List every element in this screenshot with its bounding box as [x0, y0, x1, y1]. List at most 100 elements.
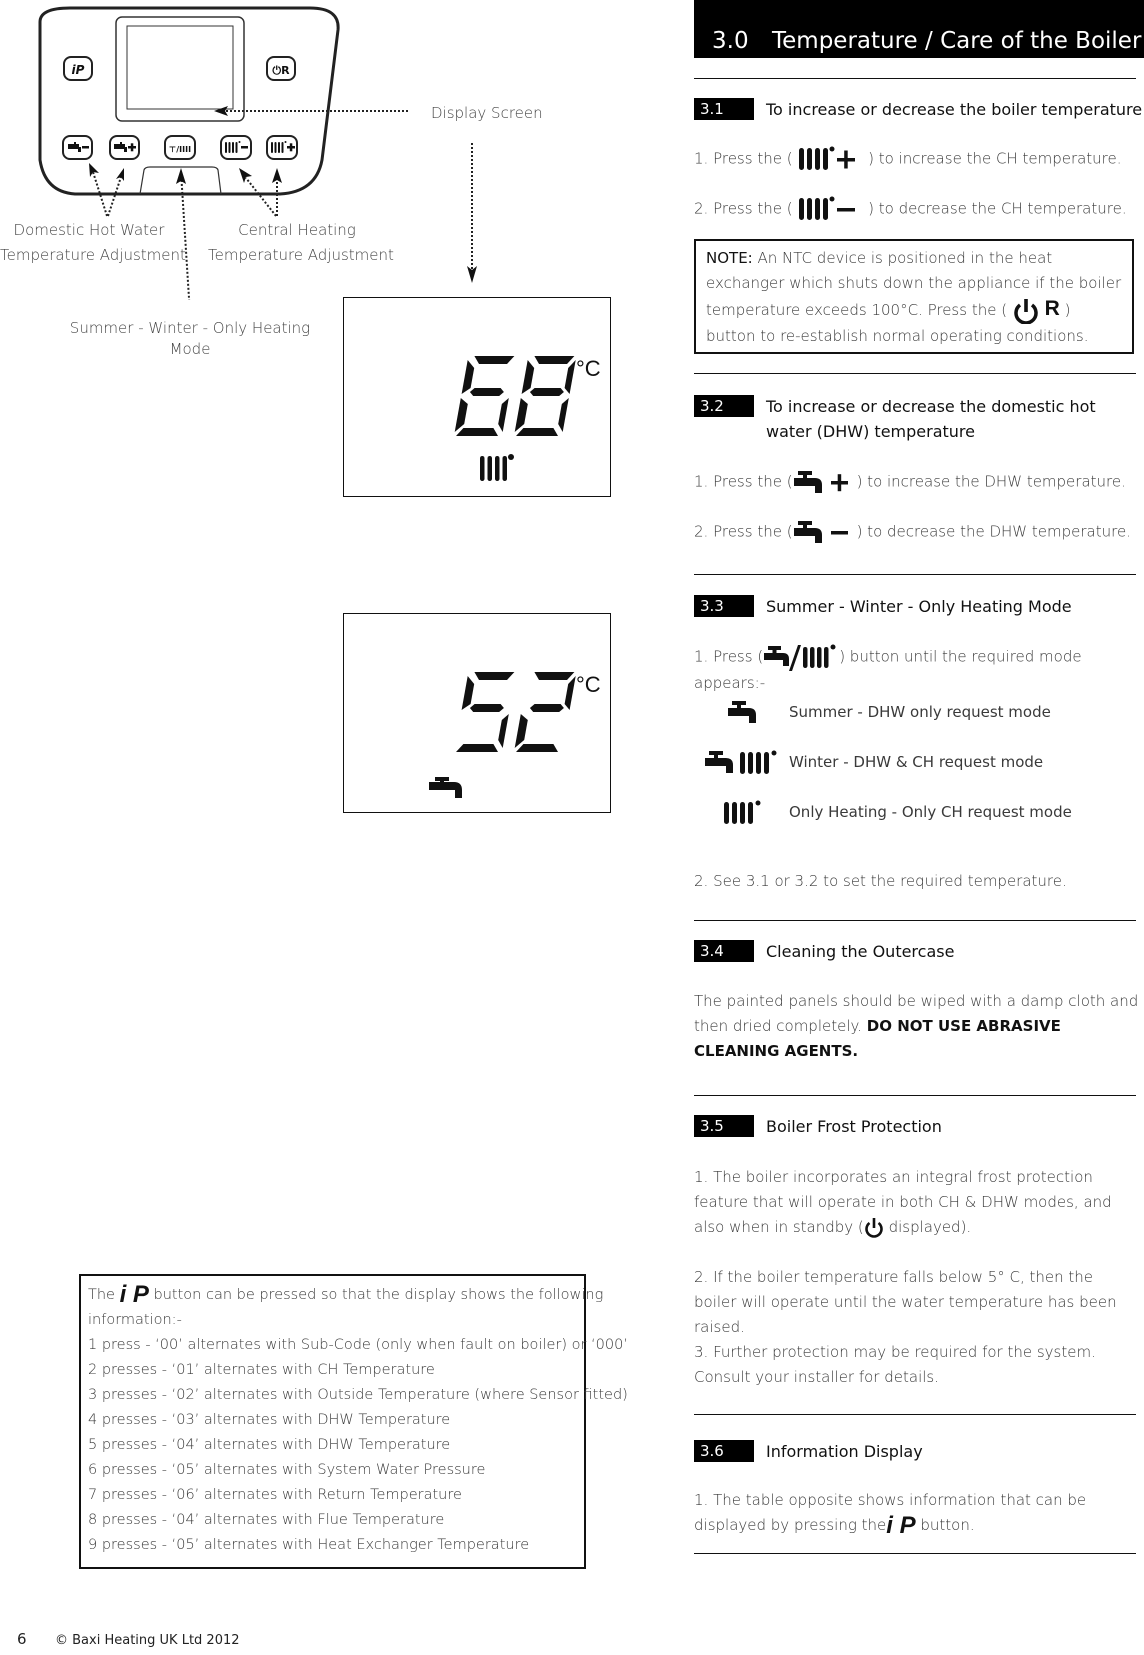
divider [694, 1414, 1136, 1415]
ntc-note: NOTE: An NTC device is positioned in the… [694, 239, 1134, 354]
ch-label-line2: Temperature Adjustment [208, 246, 394, 264]
lcd-segment [558, 398, 569, 432]
s35-p3: 3. Further protection may be required fo… [694, 1343, 1096, 1386]
info-list-item: 8 presses - ‘04’ alternates with Flue Te… [88, 1512, 445, 1528]
s34-text: The painted panels should be wiped with … [694, 992, 1139, 1060]
info-list-item: 2 presses - ‘01’ alternates with CH Temp… [88, 1362, 435, 1378]
panel-screen [126, 25, 234, 110]
lcd-digits [454, 356, 576, 436]
dhw-label-line2: Temperature Adjustment [0, 246, 186, 264]
reset-button[interactable]: ⏻R [266, 56, 296, 81]
lcd-segment [521, 360, 535, 394]
mode-summer: Summer - DHW only request mode [694, 697, 1140, 727]
info-button[interactable]: iP [63, 56, 93, 81]
s33-step1: 1. Press ( ) button until the required m… [694, 643, 1140, 696]
lcd-unit: °C [576, 672, 601, 697]
lcd-segment [456, 744, 498, 752]
lcd-segment [564, 676, 576, 710]
tap-icon [727, 701, 756, 723]
copyright: © Baxi Heating UK Ltd 2012 [55, 1633, 240, 1648]
lcd-unit: °C [576, 356, 601, 381]
display-screen-label: Display Screen [431, 104, 543, 122]
tap-radiator-mode-icon [764, 644, 836, 671]
section-badge: 3.3 [694, 595, 754, 617]
s32-step1: 1. Press the ( ) to increase the DHW tem… [694, 469, 1140, 495]
info-display-table: The i P button can be pressed so that th… [79, 1274, 628, 1569]
lcd-segment [456, 428, 498, 436]
section-title: Summer - Winter - Only Heating Mode [766, 597, 1072, 616]
lcd-segment [454, 398, 468, 432]
divider [694, 1553, 1136, 1554]
s36-p1: 1. The table opposite shows information … [694, 1491, 1087, 1539]
s31-step2: 2. Press the ( ) to decrease the CH temp… [694, 196, 1140, 222]
section-3-5-heading: 3.5 Boiler Frost Protection [694, 1115, 942, 1139]
lcd-segment [474, 672, 515, 680]
ip-button-icon: i P [119, 1281, 149, 1308]
lcd-segment [529, 388, 564, 396]
lcd-segment [474, 356, 515, 364]
section-3-6-heading: 3.6 Information Display [694, 1440, 923, 1464]
page-number: 6 [17, 1630, 27, 1648]
mode-label-line2: Mode [169, 340, 211, 358]
note-label: NOTE: [706, 249, 753, 267]
lcd-segment [469, 704, 504, 712]
reset-r-icon: R [1044, 297, 1060, 320]
lcd-segment [461, 360, 475, 394]
lcd-digits [456, 672, 576, 752]
lcd-display-dhw: °C [343, 613, 611, 813]
section-title: Information Display [766, 1442, 923, 1461]
dhw-plus-button[interactable] [109, 135, 140, 160]
power-icon [864, 1217, 883, 1238]
section-3-1-heading: 3.1 To increase or decrease the boiler t… [694, 98, 1142, 122]
info-list-item: 1 press - ‘00’ alternates with Sub-Code … [88, 1337, 628, 1353]
section-3-2-heading: 3.2 To increase or decrease the domestic… [694, 395, 1136, 444]
lcd-digit-8 [514, 356, 576, 436]
section-3-4-heading: 3.4 Cleaning the Outercase [694, 940, 954, 964]
mode-label-line1: Summer - Winter - Only Heating [69, 319, 311, 337]
lcd-segment [529, 704, 564, 712]
section-title: To increase or decrease the boiler tempe… [766, 100, 1143, 119]
mode-button[interactable]: ⊤/IIII [164, 135, 196, 160]
info-intro: The i P button can be pressed so that th… [88, 1281, 604, 1308]
info-list-item: 4 presses - ‘03’ alternates with DHW Tem… [88, 1412, 451, 1428]
section-badge: 3.2 [694, 395, 754, 417]
lcd-segment [514, 398, 528, 432]
tap-minus-icon [793, 521, 848, 543]
ch-plus-button[interactable] [266, 135, 298, 160]
radiator-icon [723, 800, 760, 824]
lcd-digit-2 [514, 672, 576, 752]
lcd-segment [534, 672, 575, 680]
lcd-segment [498, 398, 509, 432]
ch-minus-button[interactable] [220, 135, 252, 160]
ip-button-icon: i P [886, 1512, 916, 1539]
mode-only-heating: Only Heating - Only CH request mode [694, 797, 1140, 827]
lcd-segment [514, 714, 528, 748]
lcd-segment [564, 360, 576, 394]
svg-text:⊤/IIII: ⊤/IIII [169, 145, 191, 154]
section-badge: 3.5 [694, 1115, 754, 1137]
lcd-segment [534, 356, 575, 364]
lcd-segment [461, 676, 475, 710]
lcd-segment [516, 744, 558, 752]
tap-icon [429, 777, 462, 798]
s35-p1: 1. The boiler incorporates an integral f… [694, 1165, 1140, 1240]
section-title: Cleaning the Outercase [766, 942, 955, 961]
s35-p2: 2. If the boiler temperature falls below… [694, 1268, 1117, 1336]
radiator-icon [480, 454, 514, 481]
mode-winter: Winter - DHW & CH request mode [694, 747, 1140, 777]
section-title: Boiler Frost Protection [766, 1117, 942, 1136]
section-badge: 3.1 [694, 98, 754, 120]
dhw-minus-button[interactable] [62, 135, 93, 160]
section-badge: 3.4 [694, 940, 754, 962]
info-list-item: 6 presses - ‘05’ alternates with System … [88, 1462, 486, 1478]
tap-radiator-icon [704, 750, 776, 774]
radiator-minus-icon [799, 196, 856, 220]
lcd-segment [469, 388, 504, 396]
lcd-segment [498, 714, 509, 748]
svg-text:iP: iP [72, 63, 85, 77]
power-icon [1014, 298, 1038, 324]
section-number: 3.0 [712, 28, 749, 54]
divider [694, 1095, 1136, 1096]
dhw-label-line1: Domestic Hot Water [13, 221, 165, 239]
lcd-display-ch: °C [343, 297, 611, 497]
